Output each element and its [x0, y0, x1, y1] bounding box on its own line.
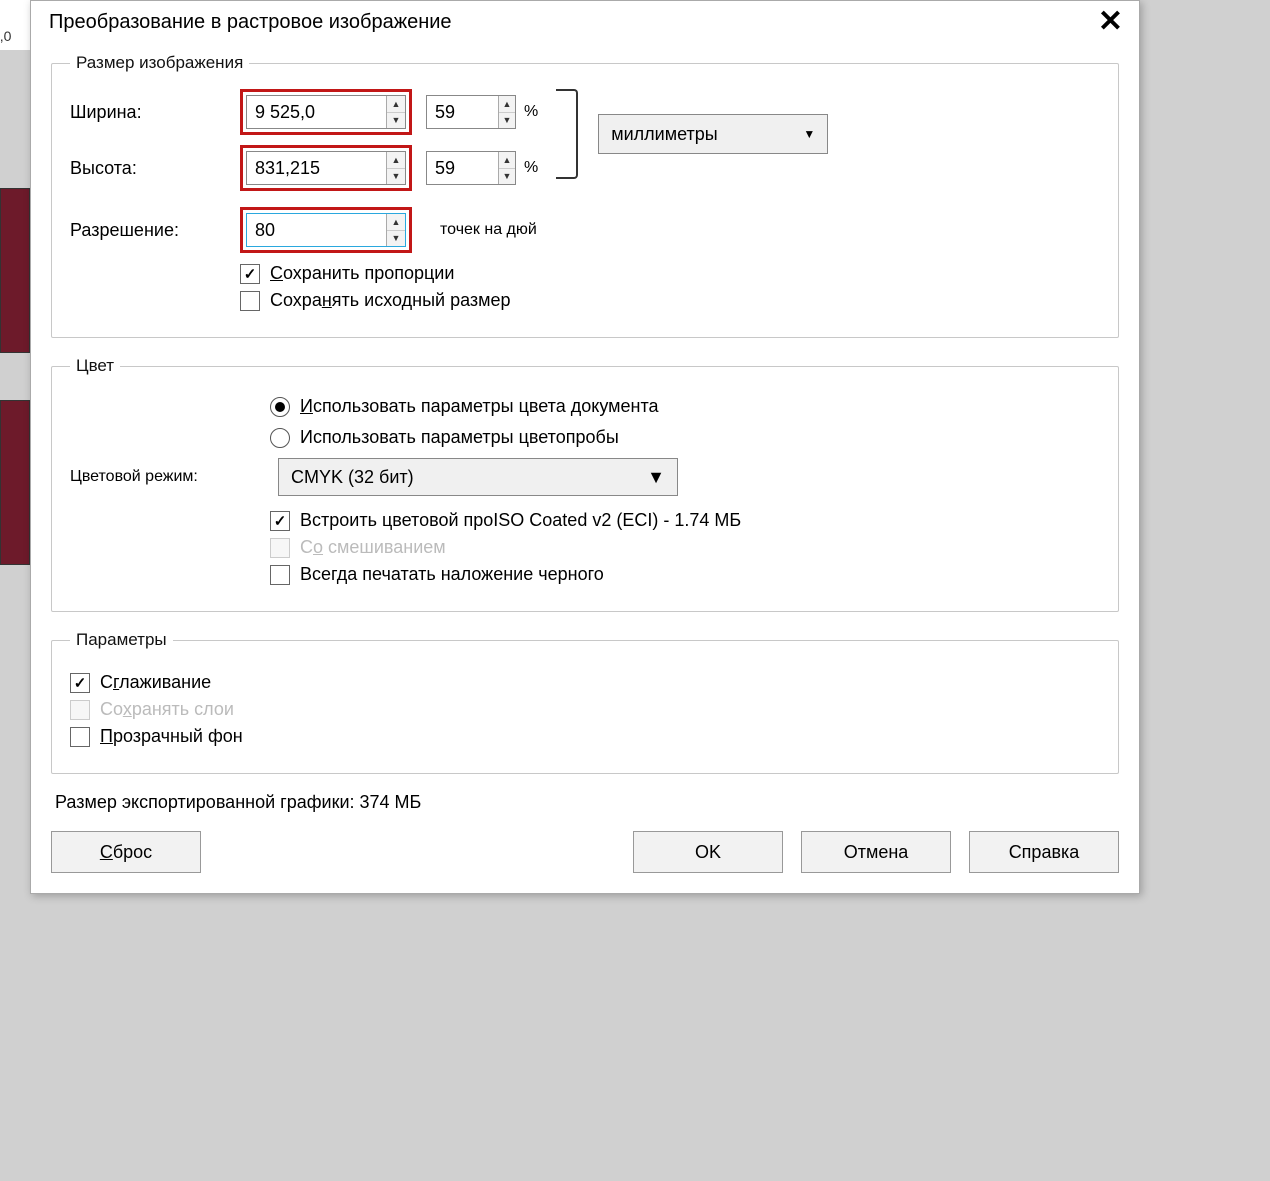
layers-checkbox [70, 700, 90, 720]
overprint-label: Всегда печатать наложение черного [300, 564, 604, 585]
width-pct-input[interactable] [427, 96, 498, 128]
color-legend: Цвет [70, 356, 120, 376]
height-pct-up[interactable]: ▲ [499, 152, 515, 169]
cancel-button[interactable]: Отмена [801, 831, 951, 873]
width-label: Ширина: [70, 102, 240, 123]
ruler-value: 0,0 [0, 28, 11, 44]
height-highlight: ▲ ▼ [240, 145, 412, 191]
help-button[interactable]: Справка [969, 831, 1119, 873]
height-pct-down[interactable]: ▼ [499, 169, 515, 185]
color-mode-label: Цветовой режим: [70, 468, 260, 486]
size-group: Размер изображения Ширина: ▲ ▼ [51, 53, 1119, 338]
color-mode-value: CMYK (32 бит) [291, 467, 414, 488]
chevron-down-icon: ▼ [647, 467, 665, 488]
keep-ratio-checkbox[interactable] [240, 264, 260, 284]
dither-label: Со смешиванием [300, 537, 446, 558]
height-input[interactable] [247, 152, 386, 184]
width-spin-down[interactable]: ▼ [387, 113, 405, 129]
keep-ratio-label: Сохранить пропорции [270, 263, 454, 284]
height-pct-input[interactable] [427, 152, 498, 184]
use-proof-color-radio[interactable] [270, 428, 290, 448]
dialog-title: Преобразование в растровое изображение [49, 11, 452, 34]
use-proof-color-label: Использовать параметры цветопробы [300, 427, 619, 448]
resolution-unit: точек на дюй [440, 221, 537, 239]
use-doc-color-label: Использовать параметры цвета документа [300, 396, 659, 417]
keep-original-checkbox[interactable] [240, 291, 260, 311]
width-pct-sign: % [524, 103, 538, 121]
close-button[interactable]: ✕ [1092, 7, 1129, 37]
size-legend: Размер изображения [70, 53, 249, 73]
embed-profile-label: Встроить цветовой проISO Coated v2 (ECI)… [300, 510, 741, 531]
dither-checkbox [270, 538, 290, 558]
overprint-checkbox[interactable] [270, 565, 290, 585]
resolution-highlight: ▲ ▼ [240, 207, 412, 253]
width-highlight: ▲ ▼ [240, 89, 412, 135]
ok-button[interactable]: OK [633, 831, 783, 873]
units-value: миллиметры [611, 124, 717, 145]
height-pct-sign: % [524, 159, 538, 177]
params-legend: Параметры [70, 630, 173, 650]
keep-original-label: Сохранять исходный размер [270, 290, 511, 311]
link-bracket-icon [556, 89, 578, 179]
width-input[interactable] [247, 96, 386, 128]
antialias-label: Сглаживание [100, 672, 211, 693]
transparent-checkbox[interactable] [70, 727, 90, 747]
reset-button[interactable]: Сброс [51, 831, 201, 873]
antialias-checkbox[interactable] [70, 673, 90, 693]
width-pct-down[interactable]: ▼ [499, 113, 515, 129]
resolution-input[interactable] [247, 214, 386, 246]
units-dropdown[interactable]: миллиметры ▼ [598, 114, 828, 154]
rasterize-dialog: Преобразование в растровое изображение ✕… [30, 0, 1140, 894]
color-group: Цвет Использовать параметры цвета докуме… [51, 356, 1119, 612]
transparent-label: Прозрачный фон [100, 726, 243, 747]
width-pct-up[interactable]: ▲ [499, 96, 515, 113]
embed-profile-checkbox[interactable] [270, 511, 290, 531]
export-size-status: Размер экспортированной графики: 374 МБ [55, 792, 1119, 813]
res-spin-up[interactable]: ▲ [387, 214, 405, 231]
chevron-down-icon: ▼ [803, 127, 815, 141]
use-doc-color-radio[interactable] [270, 397, 290, 417]
height-spin-up[interactable]: ▲ [387, 152, 405, 169]
color-mode-dropdown[interactable]: CMYK (32 бит) ▼ [278, 458, 678, 496]
res-spin-down[interactable]: ▼ [387, 231, 405, 247]
width-spin-up[interactable]: ▲ [387, 96, 405, 113]
resolution-label: Разрешение: [70, 220, 240, 241]
params-group: Параметры Сглаживание Сохранять слои Про… [51, 630, 1119, 774]
height-label: Высота: [70, 158, 240, 179]
layers-label: Сохранять слои [100, 699, 234, 720]
height-spin-down[interactable]: ▼ [387, 169, 405, 185]
